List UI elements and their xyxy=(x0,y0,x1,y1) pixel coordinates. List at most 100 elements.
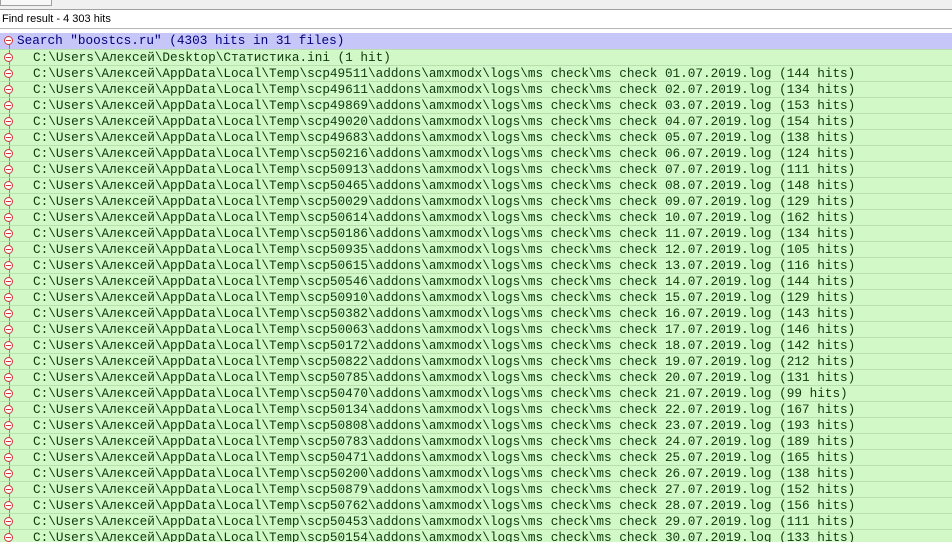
file-result-text: C:\Users\Алексей\AppData\Local\Temp\scp5… xyxy=(33,210,856,225)
file-result-row[interactable]: C:\Users\Алексей\AppData\Local\Temp\scp4… xyxy=(0,97,952,113)
file-result-row[interactable]: C:\Users\Алексей\AppData\Local\Temp\scp5… xyxy=(0,369,952,385)
file-result-row[interactable]: C:\Users\Алексей\AppData\Local\Temp\scp5… xyxy=(0,145,952,161)
collapse-minus-icon[interactable] xyxy=(4,341,13,350)
collapse-minus-icon[interactable] xyxy=(4,53,13,62)
collapse-minus-icon[interactable] xyxy=(4,117,13,126)
collapse-minus-icon[interactable] xyxy=(4,36,13,45)
file-result-row[interactable]: C:\Users\Алексей\AppData\Local\Temp\scp5… xyxy=(0,337,952,353)
collapse-minus-icon[interactable] xyxy=(4,101,13,110)
collapse-minus-icon[interactable] xyxy=(4,453,13,462)
collapse-minus-icon[interactable] xyxy=(4,181,13,190)
file-result-text: C:\Users\Алексей\Desktop\Статистика.ini … xyxy=(33,50,391,65)
file-result-text: C:\Users\Алексей\AppData\Local\Temp\scp5… xyxy=(33,386,848,401)
file-result-row[interactable]: C:\Users\Алексей\AppData\Local\Temp\scp4… xyxy=(0,81,952,97)
file-result-text: C:\Users\Алексей\AppData\Local\Temp\scp5… xyxy=(33,322,856,337)
file-result-row[interactable]: C:\Users\Алексей\AppData\Local\Temp\scp4… xyxy=(0,65,952,81)
file-result-text: C:\Users\Алексей\AppData\Local\Temp\scp4… xyxy=(33,130,856,145)
search-header-row[interactable]: Search "boostcs.ru" (4303 hits in 31 fil… xyxy=(0,33,952,49)
search-header-text: Search "boostcs.ru" (4303 hits in 31 fil… xyxy=(17,33,345,48)
file-result-row[interactable]: C:\Users\Алексей\AppData\Local\Temp\scp5… xyxy=(0,385,952,401)
file-result-text: C:\Users\Алексей\AppData\Local\Temp\scp4… xyxy=(33,114,856,129)
file-result-text: C:\Users\Алексей\AppData\Local\Temp\scp5… xyxy=(33,194,856,209)
collapse-minus-icon[interactable] xyxy=(4,437,13,446)
collapse-minus-icon[interactable] xyxy=(4,469,13,478)
collapse-minus-icon[interactable] xyxy=(4,309,13,318)
collapse-minus-icon[interactable] xyxy=(4,261,13,270)
file-result-row[interactable]: C:\Users\Алексей\AppData\Local\Temp\scp5… xyxy=(0,193,952,209)
file-result-row[interactable]: C:\Users\Алексей\AppData\Local\Temp\scp5… xyxy=(0,273,952,289)
file-result-text: C:\Users\Алексей\AppData\Local\Temp\scp5… xyxy=(33,354,856,369)
file-result-row[interactable]: C:\Users\Алексей\AppData\Local\Temp\scp5… xyxy=(0,241,952,257)
collapse-minus-icon[interactable] xyxy=(4,405,13,414)
file-result-text: C:\Users\Алексей\AppData\Local\Temp\scp5… xyxy=(33,338,856,353)
file-result-row[interactable]: C:\Users\Алексей\AppData\Local\Temp\scp5… xyxy=(0,465,952,481)
collapse-minus-icon[interactable] xyxy=(4,165,13,174)
file-result-text: C:\Users\Алексей\AppData\Local\Temp\scp5… xyxy=(33,466,856,481)
file-result-row[interactable]: C:\Users\Алексей\Desktop\Статистика.ini … xyxy=(0,49,952,65)
collapse-minus-icon[interactable] xyxy=(4,85,13,94)
collapse-minus-icon[interactable] xyxy=(4,533,13,542)
collapse-minus-icon[interactable] xyxy=(4,389,13,398)
file-result-text: C:\Users\Алексей\AppData\Local\Temp\scp5… xyxy=(33,370,856,385)
file-result-text: C:\Users\Алексей\AppData\Local\Temp\scp5… xyxy=(33,162,856,177)
file-result-row[interactable]: C:\Users\Алексей\AppData\Local\Temp\scp4… xyxy=(0,129,952,145)
collapse-minus-icon[interactable] xyxy=(4,357,13,366)
collapse-minus-icon[interactable] xyxy=(4,373,13,382)
file-result-row[interactable]: C:\Users\Алексей\AppData\Local\Temp\scp4… xyxy=(0,113,952,129)
file-result-text: C:\Users\Алексей\AppData\Local\Temp\scp5… xyxy=(33,402,856,417)
file-result-list: C:\Users\Алексей\Desktop\Статистика.ini … xyxy=(0,49,952,542)
file-result-row[interactable]: C:\Users\Алексей\AppData\Local\Temp\scp5… xyxy=(0,177,952,193)
file-result-text: C:\Users\Алексей\AppData\Local\Temp\scp5… xyxy=(33,418,856,433)
file-result-text: C:\Users\Алексей\AppData\Local\Temp\scp5… xyxy=(33,530,856,542)
collapse-minus-icon[interactable] xyxy=(4,485,13,494)
find-results-panel[interactable]: Search "boostcs.ru" (4303 hits in 31 fil… xyxy=(0,33,952,542)
collapse-minus-icon[interactable] xyxy=(4,517,13,526)
collapse-minus-icon[interactable] xyxy=(4,245,13,254)
collapse-minus-icon[interactable] xyxy=(4,69,13,78)
file-result-text: C:\Users\Алексей\AppData\Local\Temp\scp5… xyxy=(33,434,856,449)
file-result-row[interactable]: C:\Users\Алексей\AppData\Local\Temp\scp5… xyxy=(0,209,952,225)
file-result-text: C:\Users\Алексей\AppData\Local\Temp\scp5… xyxy=(33,290,856,305)
file-result-row[interactable]: C:\Users\Алексей\AppData\Local\Temp\scp5… xyxy=(0,225,952,241)
file-result-row[interactable]: C:\Users\Алексей\AppData\Local\Temp\scp5… xyxy=(0,513,952,529)
collapse-minus-icon[interactable] xyxy=(4,149,13,158)
find-result-title-bar: Find result - 4 303 hits xyxy=(0,10,952,29)
file-result-text: C:\Users\Алексей\AppData\Local\Temp\scp5… xyxy=(33,258,856,273)
file-result-text: C:\Users\Алексей\AppData\Local\Temp\scp5… xyxy=(33,482,856,497)
file-result-text: C:\Users\Алексей\AppData\Local\Temp\scp5… xyxy=(33,450,856,465)
file-result-text: C:\Users\Алексей\AppData\Local\Temp\scp4… xyxy=(33,98,856,113)
top-tab-strip xyxy=(0,0,952,10)
file-result-row[interactable]: C:\Users\Алексей\AppData\Local\Temp\scp5… xyxy=(0,257,952,273)
find-result-title: Find result - 4 303 hits xyxy=(2,13,111,25)
tab-stub[interactable] xyxy=(0,0,52,6)
collapse-minus-icon[interactable] xyxy=(4,421,13,430)
file-result-text: C:\Users\Алексей\AppData\Local\Temp\scp5… xyxy=(33,146,856,161)
collapse-minus-icon[interactable] xyxy=(4,501,13,510)
file-result-row[interactable]: C:\Users\Алексей\AppData\Local\Temp\scp5… xyxy=(0,161,952,177)
file-result-row[interactable]: C:\Users\Алексей\AppData\Local\Temp\scp5… xyxy=(0,305,952,321)
file-result-text: C:\Users\Алексей\AppData\Local\Temp\scp5… xyxy=(33,498,856,513)
file-result-row[interactable]: C:\Users\Алексей\AppData\Local\Temp\scp5… xyxy=(0,321,952,337)
collapse-minus-icon[interactable] xyxy=(4,197,13,206)
collapse-minus-icon[interactable] xyxy=(4,293,13,302)
collapse-minus-icon[interactable] xyxy=(4,133,13,142)
file-result-row[interactable]: C:\Users\Алексей\AppData\Local\Temp\scp5… xyxy=(0,433,952,449)
file-result-text: C:\Users\Алексей\AppData\Local\Temp\scp5… xyxy=(33,306,856,321)
collapse-minus-icon[interactable] xyxy=(4,229,13,238)
file-result-text: C:\Users\Алексей\AppData\Local\Temp\scp4… xyxy=(33,82,856,97)
file-result-text: C:\Users\Алексей\AppData\Local\Temp\scp5… xyxy=(33,274,856,289)
file-result-text: C:\Users\Алексей\AppData\Local\Temp\scp5… xyxy=(33,242,856,257)
file-result-row[interactable]: C:\Users\Алексей\AppData\Local\Temp\scp5… xyxy=(0,497,952,513)
collapse-minus-icon[interactable] xyxy=(4,325,13,334)
file-result-text: C:\Users\Алексей\AppData\Local\Temp\scp4… xyxy=(33,66,856,81)
file-result-row[interactable]: C:\Users\Алексей\AppData\Local\Temp\scp5… xyxy=(0,417,952,433)
file-result-row[interactable]: C:\Users\Алексей\AppData\Local\Temp\scp5… xyxy=(0,481,952,497)
file-result-row[interactable]: C:\Users\Алексей\AppData\Local\Temp\scp5… xyxy=(0,449,952,465)
file-result-text: C:\Users\Алексей\AppData\Local\Temp\scp5… xyxy=(33,226,856,241)
file-result-row[interactable]: C:\Users\Алексей\AppData\Local\Temp\scp5… xyxy=(0,529,952,542)
collapse-minus-icon[interactable] xyxy=(4,277,13,286)
file-result-row[interactable]: C:\Users\Алексей\AppData\Local\Temp\scp5… xyxy=(0,353,952,369)
file-result-row[interactable]: C:\Users\Алексей\AppData\Local\Temp\scp5… xyxy=(0,401,952,417)
collapse-minus-icon[interactable] xyxy=(4,213,13,222)
file-result-row[interactable]: C:\Users\Алексей\AppData\Local\Temp\scp5… xyxy=(0,289,952,305)
